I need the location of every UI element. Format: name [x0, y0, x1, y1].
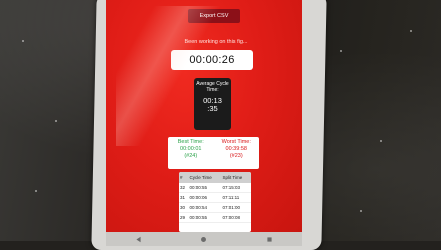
table-row: 31 00:00:06 07:11:11 [179, 192, 251, 203]
average-label: Average Cycle Time: [196, 81, 229, 93]
header-cycle-time: Cycle Time [188, 172, 222, 183]
row-number: 30 [179, 202, 189, 213]
android-nav-bar [106, 232, 302, 246]
speck [35, 190, 37, 192]
home-icon[interactable] [200, 235, 208, 243]
best-value: 00:00:01 [180, 146, 202, 152]
row-split-time: 07:01:00 [221, 202, 251, 213]
best-index: (#24) [184, 153, 198, 159]
header-number: # [179, 172, 189, 183]
worst-time: Worst Time: 00:39:58 (#23) [214, 137, 260, 169]
row-cycle-time: 00:00:54 [188, 202, 222, 213]
best-label: Best Time: [177, 139, 204, 145]
table-header-row: # Cycle Time Split Time [179, 172, 251, 183]
speck [55, 120, 57, 122]
average-value-line2: :35 [207, 104, 218, 113]
export-csv-button[interactable]: Export CSV [188, 9, 240, 23]
row-number: 32 [179, 183, 189, 193]
speck [410, 30, 412, 32]
row-cycle-time: 00:00:06 [188, 192, 222, 203]
speck [380, 140, 382, 142]
app-screen: Export CSV Been working on this fig... 0… [106, 0, 302, 232]
average-cycle-time-card: Average Cycle Time: 00:13 :35 [194, 78, 231, 130]
back-icon[interactable] [135, 235, 143, 243]
row-split-time: 07:15:03 [221, 183, 251, 193]
header-split-time: Split Time [221, 172, 251, 183]
best-time: Best Time: 00:00:01 (#24) [168, 137, 214, 169]
speck [340, 50, 342, 52]
table-row: 30 00:00:54 07:01:00 [179, 202, 251, 213]
table-row: 32 00:00:55 07:15:03 [179, 183, 251, 193]
recents-icon[interactable] [265, 235, 273, 243]
table-row: 29 00:00:55 07:00:08 [179, 212, 251, 223]
row-number: 29 [179, 212, 189, 223]
worst-value: 00:39:58 [225, 146, 247, 152]
speck [22, 40, 24, 42]
worst-index: (#23) [229, 153, 243, 159]
elapsed-timer: 00:00:26 [171, 50, 253, 70]
row-number: 31 [179, 192, 189, 203]
worst-label: Worst Time: [221, 139, 251, 145]
cycle-times-table[interactable]: # Cycle Time Split Time 32 00:00:55 07:1… [179, 172, 251, 232]
working-status-text: Been working on this fig... [184, 39, 248, 45]
speck [360, 210, 362, 212]
row-cycle-time: 00:00:55 [188, 183, 222, 193]
row-split-time: 07:11:11 [221, 192, 251, 203]
best-worst-panel: Best Time: 00:00:01 (#24) Worst Time: 00… [168, 137, 259, 169]
row-cycle-time: 00:00:55 [188, 212, 222, 223]
row-split-time: 07:00:08 [221, 212, 251, 223]
